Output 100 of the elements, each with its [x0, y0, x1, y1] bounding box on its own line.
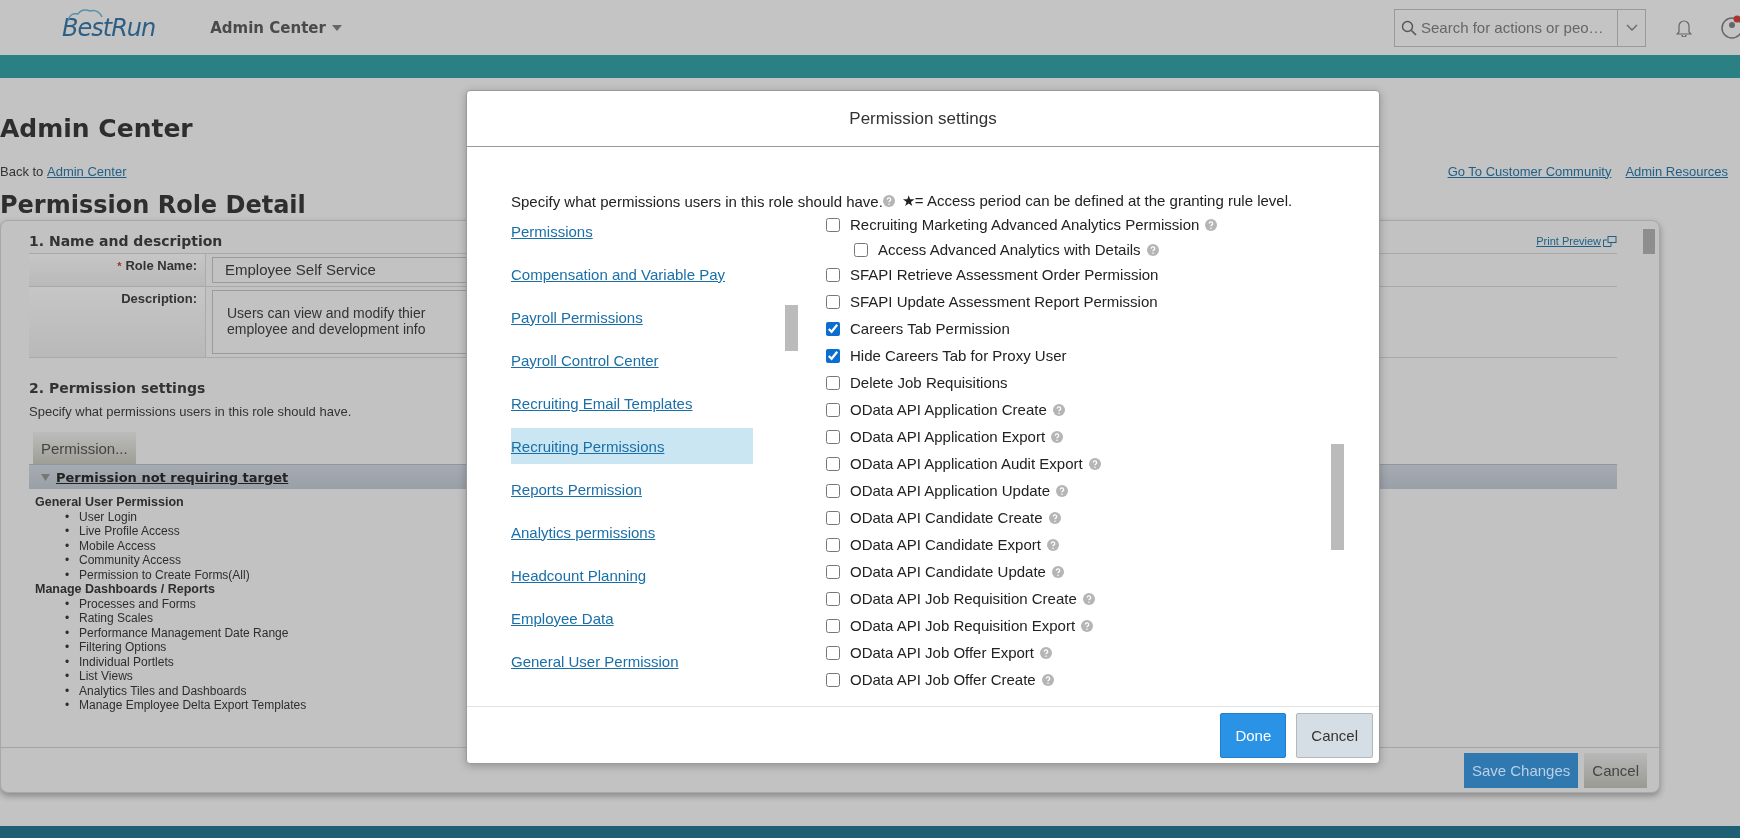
bullet: • [65, 683, 71, 698]
back-link[interactable]: Admin Center [47, 163, 127, 179]
permission-row[interactable]: OData API Application Export [826, 423, 1218, 450]
permission-button[interactable]: Permission... [33, 432, 136, 464]
permission-checkbox[interactable] [826, 402, 840, 417]
help-icon[interactable] [1051, 430, 1064, 443]
permission-checkbox[interactable] [826, 348, 840, 363]
permission-checkbox[interactable] [826, 564, 840, 579]
scrollbar-thumb[interactable] [1643, 229, 1655, 254]
category-item[interactable]: Employee Data [511, 600, 753, 636]
help-icon[interactable] [1040, 646, 1052, 659]
permission-row[interactable]: OData API Candidate Export [826, 531, 1218, 558]
help-icon[interactable] [1056, 484, 1069, 497]
permission-row[interactable]: OData API Job Offer Export [826, 639, 1218, 666]
permission-item: Rating Scales [79, 611, 154, 626]
scrollbar-thumb[interactable] [785, 305, 798, 351]
header-link[interactable]: Go To Customer Community [1447, 163, 1612, 179]
help-icon[interactable] [1081, 619, 1094, 632]
cancel-button[interactable]: Cancel [1584, 752, 1647, 788]
help-icon[interactable] [1082, 592, 1095, 605]
header-link[interactable]: Admin Resources [1625, 163, 1728, 179]
permission-label: OData API Job Requisition Create [850, 590, 1077, 607]
permission-checkbox[interactable] [826, 375, 840, 390]
search-box[interactable]: Search for actions or peo… [1394, 8, 1646, 47]
permission-checkbox[interactable] [826, 429, 840, 444]
help-icon[interactable] [882, 195, 895, 207]
permission-checkbox[interactable] [826, 267, 840, 282]
dialog-description: Specify what permissions users in this role should have. [511, 192, 883, 210]
help-icon[interactable] [1146, 243, 1159, 256]
category-item[interactable]: Recruiting Permissions [511, 428, 753, 464]
help-icon[interactable] [1041, 673, 1054, 686]
help-icon[interactable] [1051, 565, 1064, 578]
permission-row[interactable]: Delete Job Requisitions [826, 369, 1218, 396]
bullet: • [65, 640, 71, 655]
permission-checkbox[interactable] [826, 618, 840, 633]
page-subtitle: Permission Role Detail [0, 190, 306, 220]
permission-row[interactable]: OData API Job Offer Create [826, 666, 1218, 693]
chevron-down-icon [1625, 24, 1638, 31]
back-label: Back to [0, 163, 44, 179]
permission-row[interactable]: OData API Application Update [826, 477, 1218, 504]
permission-checkbox[interactable] [826, 591, 840, 606]
permission-row[interactable]: OData API Job Requisition Export [826, 612, 1218, 639]
permission-checkbox[interactable] [826, 483, 840, 498]
category-item[interactable]: Analytics permissions [511, 514, 753, 550]
permission-item: Processes and Forms [79, 596, 196, 611]
permission-row[interactable]: Access Advanced Analytics with Details [826, 238, 1218, 261]
permission-label: OData API Application Export [850, 428, 1046, 445]
permission-row[interactable]: SFAPI Update Assessment Report Permission [826, 288, 1218, 315]
permission-checkbox[interactable] [854, 242, 868, 257]
help-icon[interactable] [1205, 218, 1218, 231]
permission-label: Careers Tab Permission [850, 320, 1010, 337]
done-button[interactable]: Done [1220, 712, 1287, 758]
category-item[interactable]: Permissions [511, 213, 753, 249]
permission-checkbox[interactable] [826, 321, 840, 336]
permission-row[interactable]: Careers Tab Permission [826, 315, 1218, 342]
category-item[interactable]: Recruiting Email Templates [511, 385, 753, 421]
permission-row[interactable]: OData API Application Create [826, 396, 1218, 423]
category-title: Manage Dashboards / Reports [35, 582, 215, 597]
scrollbar-thumb[interactable] [1331, 444, 1344, 550]
cancel-button[interactable]: Cancel [1296, 712, 1373, 758]
permission-label: OData API Candidate Update [850, 563, 1046, 580]
help-icon[interactable] [1052, 403, 1065, 416]
help-icon[interactable] [1046, 538, 1059, 551]
permission-checkbox[interactable] [826, 510, 840, 525]
field-label: * Role Name: [29, 254, 206, 286]
permission-item: Permission to Create Forms(All) [79, 567, 250, 582]
permission-checkbox[interactable] [826, 294, 840, 309]
permission-checkbox[interactable] [826, 217, 840, 232]
app-title-menu[interactable]: Admin Center [210, 18, 342, 37]
category-item[interactable]: Reports Permission [511, 471, 753, 507]
permission-checkbox[interactable] [826, 672, 840, 687]
print-preview-link[interactable]: Print Preview [1536, 235, 1617, 247]
help-icon[interactable] [1048, 511, 1061, 524]
permission-label: Access Advanced Analytics with Details [878, 241, 1141, 258]
permission-label: OData API Candidate Export [850, 536, 1041, 553]
bullet: • [65, 596, 71, 611]
permission-row[interactable]: OData API Application Audit Export [826, 450, 1218, 477]
permission-checkbox[interactable] [826, 645, 840, 660]
disclosure-triangle-icon[interactable] [41, 473, 50, 481]
category-item[interactable]: Headcount Planning [511, 557, 753, 593]
help-icon[interactable] [1088, 457, 1101, 470]
notification-bell-icon[interactable] [1676, 18, 1692, 37]
user-avatar-icon[interactable] [1720, 14, 1740, 41]
permission-row[interactable]: Hide Careers Tab for Proxy User [826, 342, 1218, 369]
permission-label: OData API Job Requisition Export [850, 617, 1076, 634]
search-input[interactable]: Search for actions or peo… [1417, 19, 1617, 36]
permission-checkbox[interactable] [826, 456, 840, 471]
permission-row[interactable]: Recruiting Marketing Advanced Analytics Permission [826, 211, 1218, 238]
group-title-link[interactable]: Permission not requiring target [56, 469, 289, 485]
permission-row[interactable]: OData API Candidate Update [826, 558, 1218, 585]
permission-row[interactable]: OData API Candidate Create [826, 504, 1218, 531]
permission-label: OData API Job Offer Export [850, 644, 1034, 661]
permission-row[interactable]: SFAPI Retrieve Assessment Order Permission [826, 261, 1218, 288]
permission-checkbox[interactable] [826, 537, 840, 552]
permission-row[interactable]: OData API Job Requisition Create [826, 585, 1218, 612]
company-logo[interactable]: BestRun [62, 13, 156, 42]
permission-item: Live Profile Access [79, 524, 180, 539]
bullet: • [65, 538, 71, 553]
permission-label: OData API Application Update [850, 482, 1051, 499]
category-item[interactable]: General User Permission [511, 643, 753, 679]
